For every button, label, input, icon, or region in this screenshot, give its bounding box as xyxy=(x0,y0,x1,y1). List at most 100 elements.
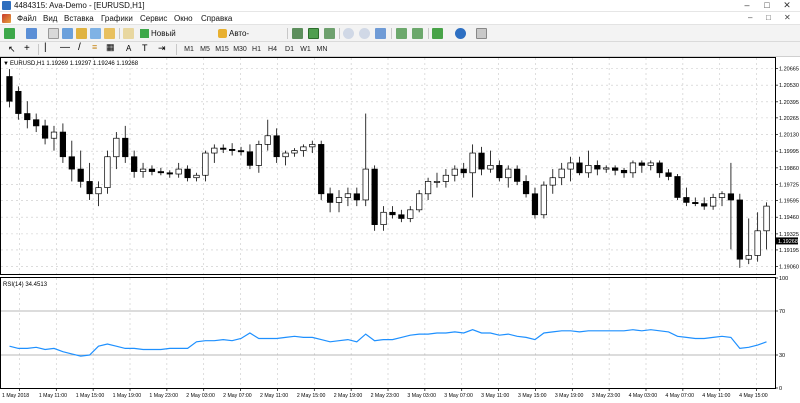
close-icon[interactable]: ✕ xyxy=(780,0,794,11)
arrows-icon[interactable]: ⇥ xyxy=(158,43,166,54)
text-icon[interactable]: A xyxy=(126,44,131,53)
bear-candle xyxy=(531,193,539,216)
time-label: 3 May 23:00 xyxy=(592,393,621,399)
bear-candle xyxy=(59,131,67,158)
bear-candle xyxy=(122,137,129,158)
price-label: 1.19860 xyxy=(779,166,799,172)
menu-file[interactable]: Файл xyxy=(17,14,37,23)
toolbar-separator xyxy=(119,28,120,39)
bear-candle xyxy=(638,162,645,166)
window-title: 4484315: Ava-Demo - [EURUSD,H1] xyxy=(14,1,145,10)
candlesticks-icon[interactable] xyxy=(308,28,319,39)
autotrading-button[interactable]: Авто-торговля xyxy=(216,27,282,49)
menu-bar: Файл Вид Вставка Графики Сервис Окно Спр… xyxy=(0,12,800,25)
indicators-icon[interactable] xyxy=(432,28,443,39)
market-watch-icon[interactable] xyxy=(48,28,59,39)
timeframe-m15[interactable]: M15 xyxy=(214,44,230,55)
time-label: 4 May 07:00 xyxy=(665,393,694,399)
zoom-out-icon[interactable] xyxy=(359,28,370,39)
chart-header-arrow: ▼ xyxy=(3,61,9,67)
navigator-icon[interactable] xyxy=(76,28,87,39)
data-window-icon[interactable] xyxy=(62,28,73,39)
bear-candle xyxy=(131,156,138,172)
menu-insert[interactable]: Вставка xyxy=(64,14,94,23)
bar-chart-icon[interactable] xyxy=(292,28,303,39)
label-icon[interactable]: T xyxy=(142,43,148,53)
time-label: 3 May 11:00 xyxy=(481,393,509,399)
bull-candle xyxy=(629,162,637,174)
bull-candle xyxy=(211,147,218,154)
bull-candle xyxy=(424,181,432,195)
vertical-line-icon[interactable]: | xyxy=(44,42,47,53)
menu-window[interactable]: Окно xyxy=(174,14,193,23)
periods-icon[interactable] xyxy=(455,28,466,39)
bear-candle xyxy=(478,152,485,170)
bear-candle xyxy=(665,172,672,177)
bull-candle xyxy=(549,177,556,186)
time-label: 2 May 23:00 xyxy=(371,393,400,399)
price-label: 1.19595 xyxy=(779,199,799,205)
equidistant-channel-icon[interactable]: ≡ xyxy=(92,42,97,52)
price-chart[interactable]: 100 70 30 0 1.20665 1.20530 1.20395 1.20265 1.2… xyxy=(0,57,800,401)
zoom-in-icon[interactable] xyxy=(343,28,354,39)
bull-candle xyxy=(362,168,369,201)
minimize-icon[interactable]: – xyxy=(740,0,754,11)
horizontal-line-icon[interactable]: — xyxy=(60,42,70,53)
bear-candle xyxy=(77,168,84,182)
time-label: 3 May 03:00 xyxy=(407,393,436,399)
cursor-icon[interactable]: ↖ xyxy=(8,44,16,55)
chart-window[interactable]: 100 70 30 0 1.20665 1.20530 1.20395 1.20265 1.2… xyxy=(0,57,800,401)
time-label: 4 May 15:00 xyxy=(739,393,768,399)
bear-candle xyxy=(24,113,31,121)
line-studies-toolbar: ↖ + | — / ≡ ▦ A T ⇥ M1 M5 M15 M30 H1 H4 … xyxy=(0,42,800,57)
time-label: 1 May 19:00 xyxy=(113,393,142,399)
time-label: 4 May 03:00 xyxy=(629,393,658,399)
trendline-icon[interactable]: / xyxy=(78,42,81,53)
templates-icon[interactable] xyxy=(476,28,487,39)
timeframe-h4[interactable]: H4 xyxy=(266,44,279,55)
toolbar-separator xyxy=(428,28,429,39)
timeframe-m1[interactable]: M1 xyxy=(182,44,196,55)
timeframe-mn[interactable]: MN xyxy=(315,44,329,55)
metaeditor-icon[interactable] xyxy=(123,28,134,39)
new-order-button[interactable]: Новый ордер xyxy=(138,27,200,49)
timeframe-w1[interactable]: W1 xyxy=(299,44,312,55)
bear-candle xyxy=(229,148,236,151)
menu-help[interactable]: Справка xyxy=(201,14,232,23)
menu-view[interactable]: Вид xyxy=(43,14,57,23)
toolbar-separator xyxy=(391,28,392,39)
timeframe-m5[interactable]: M5 xyxy=(198,44,212,55)
price-label: 1.19725 xyxy=(779,183,799,189)
timeframe-h1[interactable]: H1 xyxy=(250,44,263,55)
toolbar-separator xyxy=(176,44,177,55)
crosshair-icon[interactable]: + xyxy=(24,43,30,54)
menu-tools[interactable]: Сервис xyxy=(140,14,167,23)
bull-candle xyxy=(175,168,182,175)
child-restore-icon[interactable]: □ xyxy=(766,13,771,22)
time-label: 2 May 11:00 xyxy=(260,393,288,399)
fibonacci-icon[interactable]: ▦ xyxy=(106,42,115,53)
maximize-icon[interactable]: □ xyxy=(760,0,774,11)
bull-candle xyxy=(139,168,147,172)
child-minimize-icon[interactable]: – xyxy=(748,13,752,22)
tile-windows-icon[interactable] xyxy=(375,28,386,39)
autoscroll-icon[interactable] xyxy=(412,28,423,39)
price-label: 1.20665 xyxy=(779,66,799,72)
time-label: 3 May 07:00 xyxy=(444,393,473,399)
timeframe-m30[interactable]: M30 xyxy=(232,44,248,55)
timeframe-d1[interactable]: D1 xyxy=(283,44,296,55)
bear-candle xyxy=(656,162,663,174)
bull-candle xyxy=(255,144,262,166)
child-close-icon[interactable]: ✕ xyxy=(784,13,791,22)
tester-icon[interactable] xyxy=(104,28,115,39)
chart-shift-icon[interactable] xyxy=(396,28,407,39)
menu-charts[interactable]: Графики xyxy=(101,14,133,23)
profiles-icon[interactable] xyxy=(26,28,37,39)
line-chart-icon[interactable] xyxy=(324,28,335,39)
new-chart-icon[interactable] xyxy=(4,28,15,39)
price-label: 1.20530 xyxy=(779,83,799,89)
terminal-icon[interactable] xyxy=(90,28,101,39)
toolbar-separator xyxy=(339,28,340,39)
standard-toolbar: Новый ордер Авто-торговля xyxy=(0,25,800,49)
bull-candle xyxy=(718,193,726,198)
